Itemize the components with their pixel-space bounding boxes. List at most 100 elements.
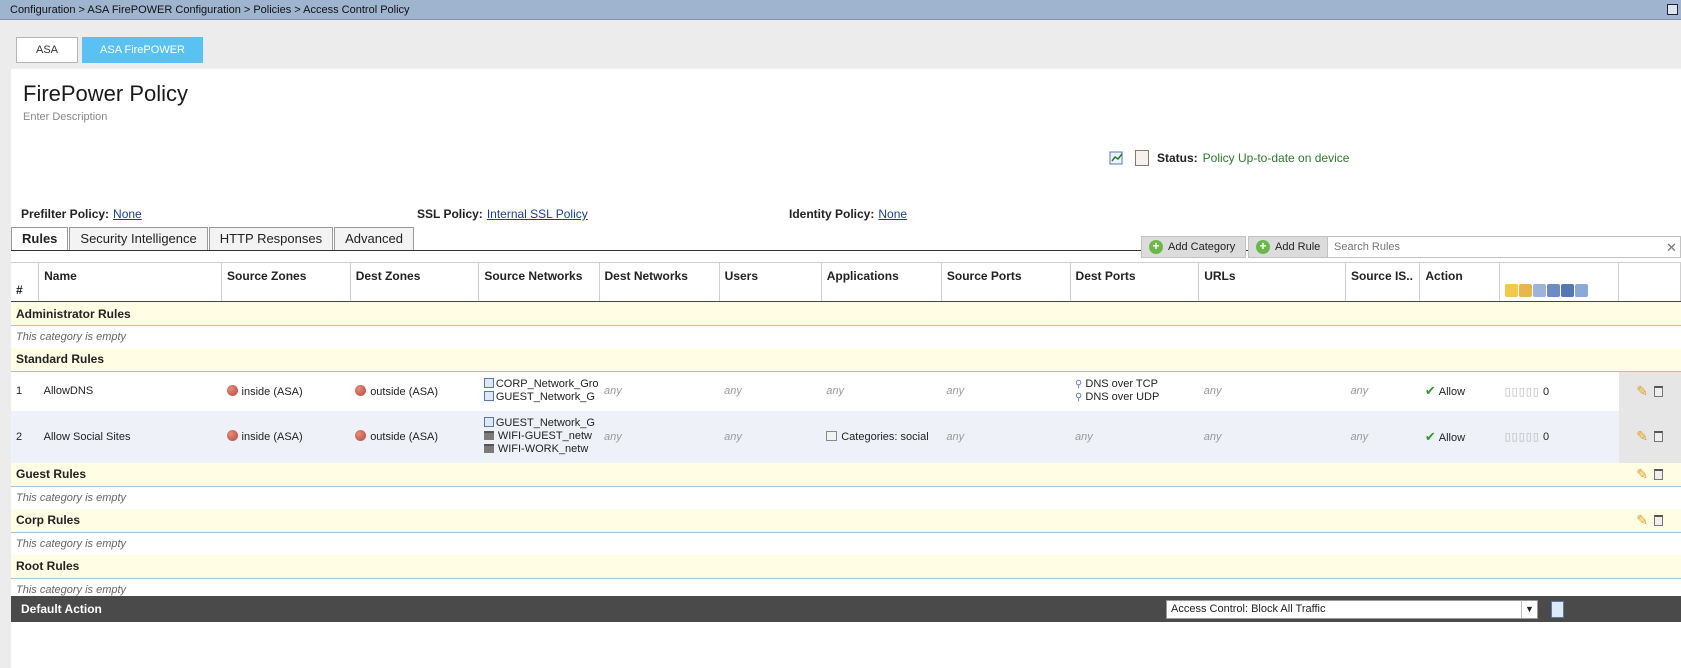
network-item: GUEST_Network_G xyxy=(483,417,595,430)
policy-analysis-icon[interactable] xyxy=(1109,151,1125,165)
network-item: GUEST_Network_G xyxy=(483,391,595,404)
rule-applications[interactable]: Categories: social xyxy=(821,410,942,463)
rule-users[interactable]: any xyxy=(719,410,822,463)
col-number[interactable]: # xyxy=(11,262,40,302)
delete-icon[interactable] xyxy=(1653,431,1663,442)
option-header-icons xyxy=(1505,284,1613,297)
identity-label: Identity Policy: xyxy=(789,207,875,221)
rule-source-networks[interactable]: CORP_Network_Gro GUEST_Network_G xyxy=(478,371,599,411)
tab-advanced[interactable]: Advanced xyxy=(334,227,414,251)
prefilter-policy: Prefilter Policy: None xyxy=(21,207,142,221)
col-options xyxy=(1499,262,1620,302)
col-action[interactable]: Action xyxy=(1419,262,1501,302)
add-rule-button[interactable]: + Add Rule xyxy=(1248,236,1332,258)
delete-icon[interactable] xyxy=(1653,514,1663,526)
rule-edit-delete: ✎ xyxy=(1618,371,1681,411)
zone-icon xyxy=(355,384,367,396)
policy-description[interactable]: Enter Description xyxy=(23,111,107,123)
rule-name[interactable]: AllowDNS xyxy=(38,371,222,411)
tab-http-responses[interactable]: HTTP Responses xyxy=(208,227,334,251)
network-label: CORP_Network_Gro xyxy=(495,378,599,391)
action-label: Allow xyxy=(1438,386,1466,399)
edit-icon[interactable]: ✎ xyxy=(1636,466,1648,483)
policy-title[interactable]: FirePower Policy xyxy=(23,81,188,107)
rule-dest-zone[interactable]: outside (ASA) xyxy=(350,410,479,463)
status-label: Status: xyxy=(1157,151,1198,165)
rule-source-isp[interactable]: any xyxy=(1345,371,1420,411)
col-urls[interactable]: URLs xyxy=(1198,262,1346,302)
zone-label: inside (ASA) xyxy=(241,431,303,443)
category-row[interactable]: Administrator Rules xyxy=(11,301,1681,326)
table-row[interactable]: 1 AllowDNS inside (ASA) outside (ASA) CO… xyxy=(11,371,1681,411)
tab-asa[interactable]: ASA xyxy=(16,37,78,63)
category-administrator: Administrator Rules xyxy=(11,301,1681,326)
rule-dest-ports[interactable]: any xyxy=(1070,410,1199,463)
policy-panel: FirePower Policy Enter Description Statu… xyxy=(11,69,1681,668)
allow-check-icon: ✔ xyxy=(1424,428,1436,444)
col-name[interactable]: Name xyxy=(38,262,223,302)
network-group-icon xyxy=(483,417,494,427)
prefilter-label: Prefilter Policy: xyxy=(21,207,110,221)
category-row[interactable]: Corp Rules ✎ xyxy=(11,508,1681,533)
tab-security-intelligence[interactable]: Security Intelligence xyxy=(69,227,208,251)
col-dest-ports[interactable]: Dest Ports xyxy=(1070,262,1200,302)
report-icon[interactable] xyxy=(1135,150,1149,166)
category-empty-row: This category is empty xyxy=(11,532,1681,555)
col-users[interactable]: Users xyxy=(719,262,822,302)
rule-dest-zone[interactable]: outside (ASA) xyxy=(350,371,479,411)
rule-applications[interactable]: any xyxy=(821,371,942,411)
search-rules-input[interactable] xyxy=(1327,236,1681,258)
edit-icon[interactable]: ✎ xyxy=(1636,428,1648,445)
logging-icon[interactable] xyxy=(1551,601,1564,618)
rule-source-zone[interactable]: inside (ASA) xyxy=(221,371,351,411)
rule-urls[interactable]: any xyxy=(1198,371,1346,411)
rule-dest-networks[interactable]: any xyxy=(599,410,720,463)
clear-search-icon[interactable]: ✕ xyxy=(1666,240,1677,256)
ssl-link[interactable]: Internal SSL Policy xyxy=(487,207,588,221)
add-category-label: Add Category xyxy=(1168,241,1236,253)
rule-source-ports[interactable]: any xyxy=(941,371,1071,411)
table-row[interactable]: 2 Allow Social Sites inside (ASA) outsid… xyxy=(11,410,1681,463)
col-source-networks[interactable]: Source Networks xyxy=(478,262,600,302)
rule-source-ports[interactable]: any xyxy=(941,410,1071,463)
rule-source-networks[interactable]: GUEST_Network_G WIFI-GUEST_netw WIFI-WOR… xyxy=(478,410,599,463)
default-action-select[interactable]: Access Control: Block All Traffic ▼ xyxy=(1166,600,1538,619)
category-row[interactable]: Root Rules xyxy=(11,554,1681,579)
identity-link[interactable]: None xyxy=(878,207,907,221)
rule-dest-networks[interactable]: any xyxy=(599,371,720,411)
rule-action[interactable]: ✔ Allow xyxy=(1419,410,1500,463)
prefilter-link[interactable]: None xyxy=(113,207,142,221)
col-source-ports[interactable]: Source Ports xyxy=(941,262,1071,302)
delete-icon[interactable] xyxy=(1653,385,1663,397)
rule-action[interactable]: ✔ Allow xyxy=(1419,371,1500,411)
empty-text: This category is empty xyxy=(11,325,1681,348)
col-applications[interactable]: Applications xyxy=(821,262,942,302)
category-row[interactable]: Standard Rules xyxy=(11,347,1681,372)
category-row[interactable]: Guest Rules ✎ xyxy=(11,462,1681,487)
comments-icon xyxy=(1575,284,1589,297)
delete-icon[interactable] xyxy=(1653,468,1663,480)
comment-count: 0 xyxy=(1542,431,1550,443)
col-dest-networks[interactable]: Dest Networks xyxy=(599,262,720,302)
rule-urls[interactable]: any xyxy=(1198,410,1346,463)
col-source-isp[interactable]: Source IS.. xyxy=(1345,262,1421,302)
rule-edit-delete: ✎ xyxy=(1618,410,1681,463)
rule-options[interactable]: ▯▯▯▯▯ 0 xyxy=(1499,410,1619,463)
rule-name[interactable]: Allow Social Sites xyxy=(38,410,222,463)
rule-users[interactable]: any xyxy=(719,371,822,411)
rule-source-zone[interactable]: inside (ASA) xyxy=(221,410,351,463)
tab-asa-firepower[interactable]: ASA FirePOWER xyxy=(82,37,203,63)
tab-rules[interactable]: Rules xyxy=(11,227,69,251)
maximize-icon[interactable] xyxy=(1667,4,1678,15)
rule-options[interactable]: ▯▯▯▯▯ 0 xyxy=(1499,371,1619,411)
rule-dest-ports[interactable]: ⚲ DNS over TCP ⚲ DNS over UDP xyxy=(1070,371,1199,411)
table-header: # Name Source Zones Dest Zones Source Ne… xyxy=(11,262,1681,302)
category-edit-delete: ✎ xyxy=(1618,462,1681,487)
edit-icon[interactable]: ✎ xyxy=(1636,512,1648,529)
add-category-button[interactable]: + Add Category xyxy=(1141,236,1247,258)
rule-source-isp[interactable]: any xyxy=(1345,410,1420,463)
add-icon: + xyxy=(1256,240,1270,254)
edit-icon[interactable]: ✎ xyxy=(1636,383,1648,400)
col-source-zones[interactable]: Source Zones xyxy=(221,262,351,302)
col-dest-zones[interactable]: Dest Zones xyxy=(350,262,480,302)
